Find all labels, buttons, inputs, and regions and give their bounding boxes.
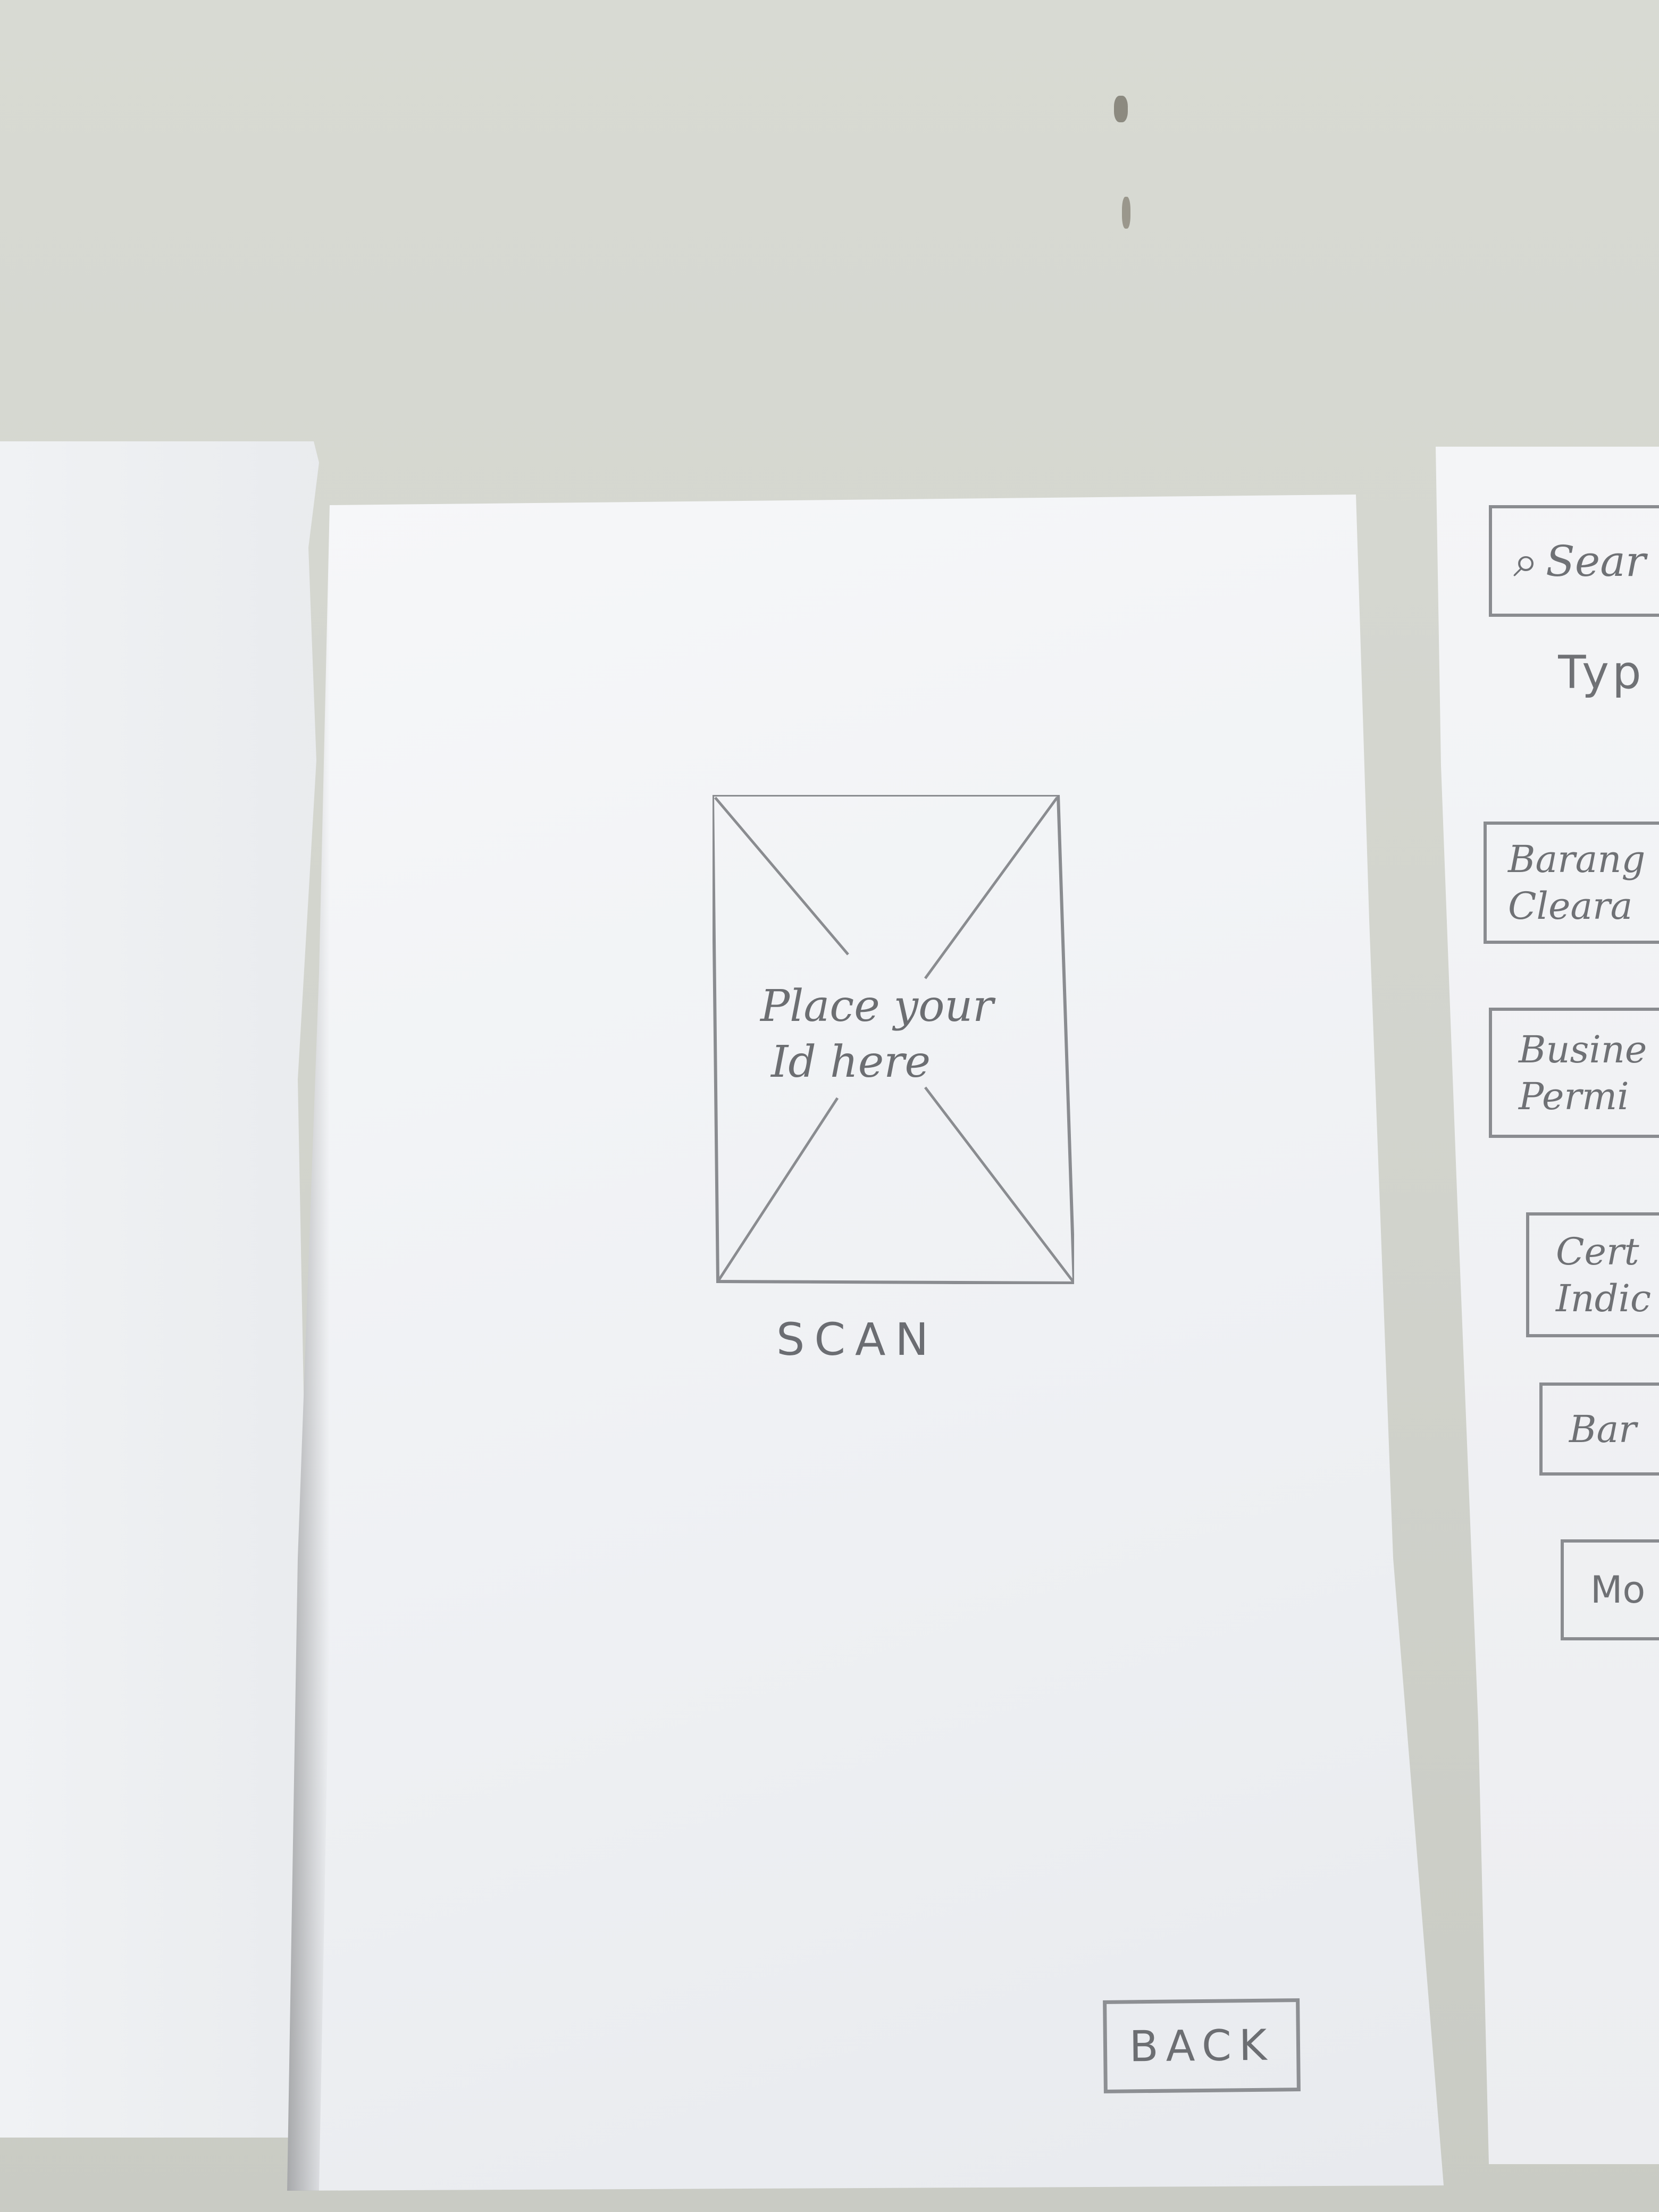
list-item-line2: Indic bbox=[1556, 1276, 1652, 1320]
list-item-more[interactable]: Mo bbox=[1561, 1539, 1659, 1640]
list-item-line2: Cleara bbox=[1508, 884, 1633, 928]
list-item-certificate-indigency[interactable]: Cert Indic bbox=[1526, 1212, 1659, 1337]
left-paper-sheet bbox=[0, 441, 319, 2138]
table-mark bbox=[1114, 96, 1128, 122]
back-button[interactable]: BACK bbox=[1103, 1998, 1301, 2093]
photo-scene: Place your Id here SCAN BACK ⌕ Sear Typ … bbox=[0, 0, 1659, 2212]
id-placeholder-line2: Id here bbox=[771, 1037, 931, 1087]
id-placeholder-line1: Place your bbox=[760, 981, 994, 1032]
table-mark bbox=[1122, 197, 1130, 229]
list-item-line1: Mo bbox=[1590, 1568, 1646, 1612]
list-item-barangay-id[interactable]: Bar bbox=[1539, 1382, 1659, 1476]
search-icon: ⌕ bbox=[1513, 534, 1539, 587]
list-item-line1: Busine bbox=[1519, 1027, 1647, 1071]
scan-button[interactable]: SCAN bbox=[776, 1313, 938, 1365]
list-item-line1: Bar bbox=[1569, 1407, 1637, 1451]
list-item-barangay-clearance[interactable]: Barang Cleara bbox=[1484, 822, 1659, 944]
type-label: Typ bbox=[1558, 646, 1645, 699]
list-item-line1: Barang bbox=[1508, 837, 1646, 881]
id-placeholder-text: Place your Id here bbox=[760, 978, 1026, 1090]
search-label: Sear bbox=[1546, 536, 1646, 586]
search-input[interactable]: ⌕ Sear bbox=[1489, 505, 1659, 617]
list-item-line1: Cert bbox=[1556, 1229, 1639, 1273]
list-item-line2: Permi bbox=[1519, 1074, 1629, 1118]
list-item-business-permit[interactable]: Busine Permi bbox=[1489, 1008, 1659, 1138]
